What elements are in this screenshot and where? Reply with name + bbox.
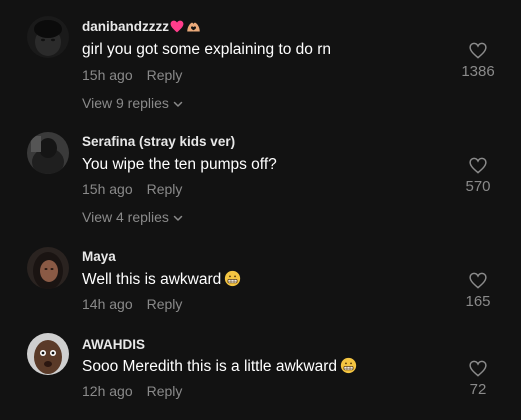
comment-username[interactable]: AWAHDIS bbox=[82, 337, 145, 352]
reply-button[interactable]: Reply bbox=[147, 296, 183, 312]
chevron-down-icon bbox=[173, 101, 183, 107]
comment-timestamp: 14h ago bbox=[82, 296, 133, 312]
comment-meta: 15h ago Reply bbox=[82, 181, 182, 197]
comment-text: You wipe the ten pumps off? bbox=[82, 156, 277, 173]
view-replies-label: View 4 replies bbox=[82, 209, 169, 225]
heart-outline-icon bbox=[469, 360, 487, 377]
like-button[interactable]: 570 bbox=[448, 157, 508, 195]
reply-button[interactable]: Reply bbox=[147, 383, 183, 399]
comment-item: Maya Well this is awkward 14h ago Reply 1… bbox=[0, 235, 521, 327]
like-count: 72 bbox=[469, 381, 487, 398]
comment-text-content: Sooo Meredith this is a little awkward bbox=[82, 358, 338, 375]
heart-outline-icon bbox=[469, 157, 487, 174]
comment-username[interactable]: danibandzzzz bbox=[82, 19, 201, 34]
like-button[interactable]: 165 bbox=[448, 272, 508, 310]
reply-button[interactable]: Reply bbox=[147, 67, 183, 83]
comment-text: girl you got some explaining to do rn bbox=[82, 41, 332, 58]
heart-hands-icon bbox=[187, 22, 200, 32]
heart-icon bbox=[170, 20, 184, 33]
comment-timestamp: 12h ago bbox=[82, 383, 133, 399]
comment-item: AWAHDIS Sooo Meredith this is a little a… bbox=[0, 327, 521, 420]
like-count: 570 bbox=[465, 178, 491, 195]
comment-meta: 14h ago Reply bbox=[82, 296, 182, 312]
heart-outline-icon bbox=[469, 272, 487, 289]
view-replies-label: View 9 replies bbox=[82, 95, 169, 111]
comment-timestamp: 15h ago bbox=[82, 67, 133, 83]
like-button[interactable]: 72 bbox=[448, 360, 508, 398]
avatar[interactable] bbox=[27, 16, 69, 58]
comment-item: danibandzzzz girl you got some explainin… bbox=[0, 0, 521, 120]
view-replies-button[interactable]: View 4 replies bbox=[82, 209, 183, 225]
view-replies-button[interactable]: View 9 replies bbox=[82, 95, 183, 111]
comment-text: Sooo Meredith this is a little awkward bbox=[82, 357, 357, 376]
comment-timestamp: 15h ago bbox=[82, 181, 133, 197]
comment-username[interactable]: Maya bbox=[82, 249, 116, 264]
comment-meta: 12h ago Reply bbox=[82, 383, 182, 399]
chevron-down-icon bbox=[173, 215, 183, 221]
username-text: danibandzzzz bbox=[82, 19, 169, 34]
comment-meta: 15h ago Reply bbox=[82, 67, 182, 83]
comment-text: Well this is awkward bbox=[82, 270, 241, 289]
reply-button[interactable]: Reply bbox=[147, 181, 183, 197]
avatar[interactable] bbox=[27, 132, 69, 174]
like-count: 165 bbox=[465, 293, 491, 310]
like-button[interactable]: 1386 bbox=[448, 42, 508, 80]
avatar[interactable] bbox=[27, 333, 69, 375]
like-count: 1386 bbox=[461, 63, 495, 80]
avatar[interactable] bbox=[27, 247, 69, 289]
grimacing-face-icon bbox=[225, 270, 241, 287]
comment-text-content: Well this is awkward bbox=[82, 271, 222, 288]
heart-outline-icon bbox=[469, 42, 487, 59]
grimacing-face-icon bbox=[340, 357, 357, 374]
comment-username[interactable]: Serafina (stray kids ver) bbox=[82, 134, 235, 149]
comment-item: Serafina (stray kids ver) You wipe the t… bbox=[0, 120, 521, 235]
